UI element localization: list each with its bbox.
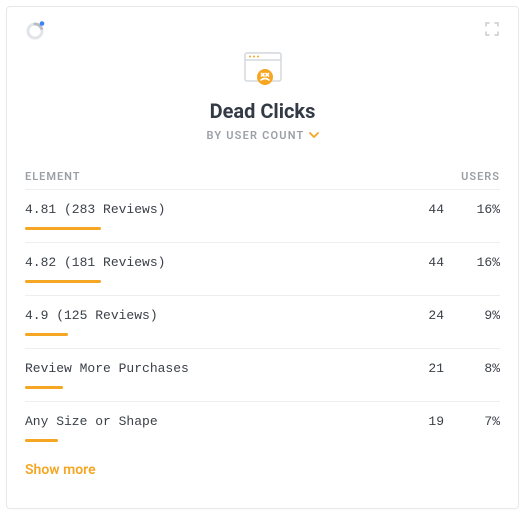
table-row[interactable]: 4.9 (125 Reviews)249% (25, 295, 500, 336)
table-row[interactable]: 4.82 (181 Reviews)4416% (25, 242, 500, 283)
bar-fill (25, 386, 63, 389)
row-label: Any Size or Shape (25, 414, 396, 429)
row-pct: 7% (444, 414, 500, 429)
column-headers: ELEMENT USERS (25, 170, 500, 183)
chevron-down-icon (309, 130, 319, 141)
bar-track (25, 227, 500, 230)
bar-track (25, 439, 500, 442)
rows-container: 4.81 (283 Reviews)4416%4.82 (181 Reviews… (25, 189, 500, 442)
row-pct: 8% (444, 361, 500, 376)
card-title: Dead Clicks (210, 99, 316, 123)
bar-fill (25, 280, 101, 283)
row-pct: 16% (444, 202, 500, 217)
row-count: 21 (396, 361, 444, 376)
show-more-button[interactable]: Show more (25, 462, 96, 478)
bar-track (25, 386, 500, 389)
row-pct: 9% (444, 308, 500, 323)
bar-fill (25, 227, 101, 230)
row-count: 19 (396, 414, 444, 429)
sort-label: BY USER COUNT (206, 129, 304, 142)
row-count: 44 (396, 202, 444, 217)
row-pct: 16% (444, 255, 500, 270)
bar-fill (25, 333, 68, 336)
row-count: 24 (396, 308, 444, 323)
card-hero: Dead Clicks BY USER COUNT (25, 49, 500, 142)
loading-icon (25, 21, 45, 41)
row-label: 4.9 (125 Reviews) (25, 308, 396, 323)
bar-track (25, 333, 500, 336)
bar-fill (25, 439, 58, 442)
row-label: 4.81 (283 Reviews) (25, 202, 396, 217)
col-element: ELEMENT (25, 170, 81, 183)
sort-dropdown[interactable]: BY USER COUNT (206, 129, 318, 142)
row-label: Review More Purchases (25, 361, 396, 376)
dead-clicks-card: Dead Clicks BY USER COUNT ELEMENT USERS … (6, 6, 519, 509)
row-label: 4.82 (181 Reviews) (25, 255, 396, 270)
table-row[interactable]: Review More Purchases218% (25, 348, 500, 389)
dead-click-icon (239, 49, 287, 89)
col-users: USERS (461, 170, 500, 183)
card-top-row (25, 21, 500, 41)
table-row[interactable]: Any Size or Shape197% (25, 401, 500, 442)
table-row[interactable]: 4.81 (283 Reviews)4416% (25, 189, 500, 230)
expand-icon[interactable] (484, 21, 500, 37)
bar-track (25, 280, 500, 283)
row-count: 44 (396, 255, 444, 270)
